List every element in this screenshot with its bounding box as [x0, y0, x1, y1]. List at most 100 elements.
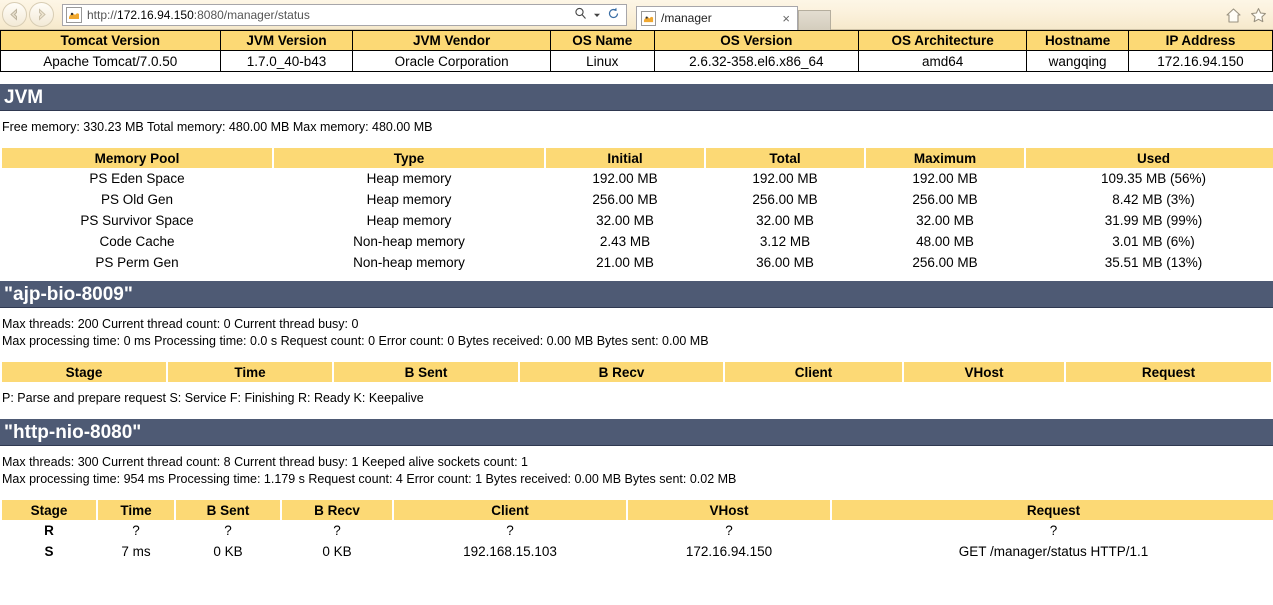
col-hostname: Hostname — [1026, 30, 1129, 51]
cell-hostname: wangqing — [1026, 50, 1129, 72]
cell-pool-name: PS Old Gen — [100, 192, 174, 207]
cell-pool-initial: 192.00 MB — [592, 171, 658, 186]
new-tab-button[interactable] — [798, 9, 831, 30]
table-row: S 7 ms 0 KB 0 KB 192.168.15.103 172.16.9… — [2, 541, 1273, 562]
search-icon[interactable] — [571, 7, 590, 23]
cell-pool-type: Non-heap memory — [353, 255, 465, 270]
url-scheme: http:// — [87, 7, 118, 22]
cell-pool-type: Heap memory — [366, 171, 452, 186]
forward-button[interactable] — [29, 2, 54, 27]
cell-os-name: Linux — [549, 50, 655, 72]
cell-pool-name: PS Survivor Space — [80, 213, 194, 228]
cell-request: GET /manager/status HTTP/1.1 — [958, 544, 1149, 559]
ajp-connector-table: Stage Time B Sent B Recv Client VHost Re… — [0, 362, 1273, 382]
col-stage: Stage — [2, 500, 96, 520]
cell-stage: S — [44, 544, 54, 559]
cell-pool-total: 192.00 MB — [752, 171, 818, 186]
col-initial: Initial — [546, 148, 704, 168]
col-jvm-vendor: JVM Vendor — [352, 30, 551, 51]
col-b-sent: B Sent — [334, 362, 518, 382]
cell-pool-initial: 256.00 MB — [592, 192, 658, 207]
ajp-thread-info: Max threads: 200 Current thread count: 0… — [2, 317, 359, 331]
url-text: http://172.16.94.150:8080/manager/status — [87, 8, 571, 22]
cell-b-recv: ? — [333, 523, 341, 538]
cell-pool-maximum: 192.00 MB — [912, 171, 978, 186]
cell-jvm-version: 1.7.0_40-b43 — [219, 50, 354, 72]
cell-b-sent: 0 KB — [213, 544, 243, 559]
forward-arrow-icon — [39, 8, 46, 21]
col-os-architecture: OS Architecture — [858, 30, 1028, 51]
url-host: 172.16.94.150 — [117, 7, 194, 22]
tomcat-logo-icon — [68, 8, 80, 21]
ajp-processing-info: Max processing time: 0 ms Processing tim… — [2, 334, 709, 348]
cell-pool-total: 32.00 MB — [756, 213, 814, 228]
col-request: Request — [832, 500, 1273, 520]
table-header-row: Stage Time B Sent B Recv Client VHost Re… — [2, 500, 1273, 520]
col-stage: Stage — [2, 362, 166, 382]
col-memory-pool: Memory Pool — [2, 148, 272, 168]
url-path: :8080/manager/status — [193, 7, 310, 22]
col-b-recv: B Recv — [282, 500, 392, 520]
magnifier-icon — [575, 7, 586, 19]
col-type: Type — [274, 148, 544, 168]
home-icon[interactable] — [1225, 7, 1242, 24]
col-client: Client — [394, 500, 626, 520]
section-header-ajp-bio-8009: "ajp-bio-8009" — [0, 281, 1273, 308]
table-row: Code Cache Non-heap memory 2.43 MB 3.12 … — [2, 231, 1273, 252]
cell-pool-total: 256.00 MB — [752, 192, 818, 207]
ajp-stage-legend: P: Parse and prepare request S: Service … — [2, 391, 424, 405]
table-row: Apache Tomcat/7.0.50 1.7.0_40-b43 Oracle… — [0, 50, 1273, 72]
section-header-http-nio-8080: "http-nio-8080" — [0, 419, 1273, 446]
cell-pool-used: 3.01 MB (6%) — [1112, 234, 1195, 249]
back-button[interactable] — [2, 2, 27, 27]
cell-client: 192.168.15.103 — [463, 544, 557, 559]
tab-title: /manager — [661, 11, 712, 25]
cell-os-version: 2.6.32-358.el6.x86_64 — [653, 50, 860, 72]
star-icon[interactable] — [1250, 7, 1267, 24]
table-row: PS Old Gen Heap memory 256.00 MB 256.00 … — [2, 189, 1273, 210]
table-header-row: Memory Pool Type Initial Total Maximum U… — [2, 148, 1273, 168]
col-maximum: Maximum — [866, 148, 1024, 168]
tab-favicon-icon — [641, 10, 656, 26]
tomcat-logo-icon — [643, 12, 654, 24]
col-jvm-version: JVM Version — [219, 30, 354, 51]
cell-pool-name: PS Eden Space — [89, 171, 185, 186]
cell-pool-initial: 2.43 MB — [599, 234, 651, 249]
cell-pool-name: PS Perm Gen — [95, 255, 179, 270]
cell-ip-address: 172.16.94.150 — [1127, 50, 1273, 72]
cell-pool-total: 36.00 MB — [756, 255, 814, 270]
cell-vhost: 172.16.94.150 — [685, 544, 773, 559]
favorites-star-icon — [1251, 7, 1266, 22]
cell-pool-type: Non-heap memory — [353, 234, 465, 249]
col-total: Total — [706, 148, 864, 168]
table-header-row: Stage Time B Sent B Recv Client VHost Re… — [2, 362, 1271, 382]
col-os-version: OS Version — [653, 30, 860, 51]
http-processing-info: Max processing time: 954 ms Processing t… — [2, 472, 737, 486]
browser-tab-manager[interactable]: /manager × — [636, 5, 798, 30]
address-bar[interactable]: http://172.16.94.150:8080/manager/status — [62, 3, 627, 26]
col-used: Used — [1026, 148, 1273, 168]
back-arrow-icon — [10, 8, 17, 21]
refresh-icon[interactable] — [604, 7, 623, 23]
chevron-down-icon[interactable] — [590, 7, 604, 22]
col-vhost: VHost — [904, 362, 1064, 382]
cell-time: 7 ms — [121, 544, 151, 559]
section-header-jvm: JVM — [0, 84, 1273, 111]
cell-pool-name: Code Cache — [99, 234, 175, 249]
chrome-toolbar-right — [1225, 0, 1267, 30]
table-row: PS Eden Space Heap memory 192.00 MB 192.… — [2, 168, 1273, 189]
col-os-name: OS Name — [549, 30, 655, 51]
cell-stage: R — [44, 523, 54, 538]
cell-b-sent: ? — [224, 523, 232, 538]
col-time: Time — [168, 362, 332, 382]
cell-pool-maximum: 32.00 MB — [916, 213, 974, 228]
cell-pool-maximum: 48.00 MB — [916, 234, 974, 249]
cell-b-recv: 0 KB — [322, 544, 352, 559]
dropdown-arrow-icon — [594, 13, 600, 17]
close-icon[interactable]: × — [779, 11, 793, 26]
col-ip-address: IP Address — [1127, 30, 1273, 51]
